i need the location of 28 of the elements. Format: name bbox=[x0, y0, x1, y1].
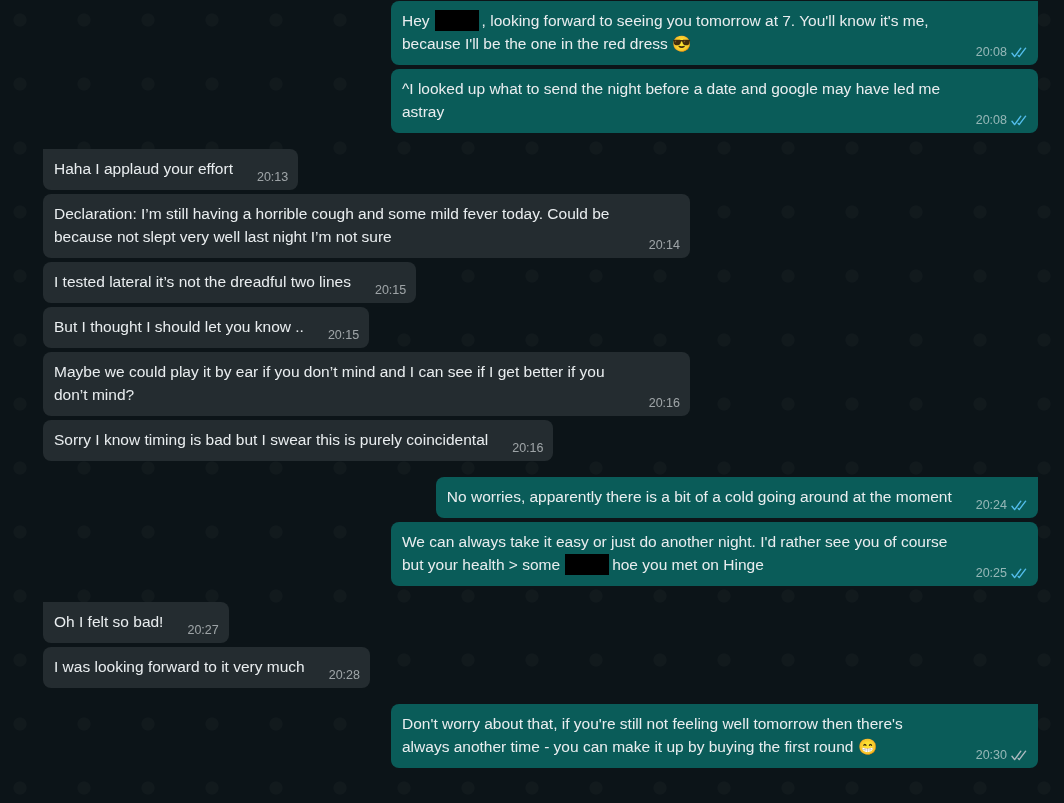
message-time: 20:08 bbox=[975, 44, 1007, 60]
message-time: 20:27 bbox=[187, 622, 219, 638]
message-text: ^I looked up what to send the night before a date and google may have led me astray bbox=[402, 79, 942, 122]
message-text: Declaration: I’m still having a horrible cough and some mild fever today. Could be because not slept very well last night I’m not sure bbox=[54, 204, 611, 247]
message-text: Hey , looking forward to seeing you tomorrow at 7. You'll know it's me, because I'll be the one in the red dress 😎 bbox=[402, 9, 930, 54]
message-time: 20:16 bbox=[648, 395, 680, 411]
message-text: Haha I applaud your effort bbox=[54, 159, 233, 179]
message-time: 20:30 bbox=[975, 747, 1007, 763]
message-text: Sorry I know timing is bad but I swear this is purely coincidental bbox=[54, 430, 489, 450]
redaction-bar bbox=[434, 10, 479, 31]
message-text: Maybe we could play it by ear if you don’t mind and I can see if I get better if you don’t mind? bbox=[54, 362, 606, 405]
message-time: 20:15 bbox=[327, 327, 360, 343]
message-time: 20:24 bbox=[975, 497, 1007, 513]
redaction-bar bbox=[565, 554, 610, 575]
message-text: I tested lateral it’s not the dreadful two lines bbox=[54, 272, 351, 292]
message-text: No worries, apparently there is a bit of a cold going around at the moment bbox=[446, 487, 952, 507]
message-time: 20:13 bbox=[256, 169, 289, 185]
message-text: Don't worry about that, if you're still not feeling well tomorrow then there's always another time - you can make it up by buying the first round 😁 bbox=[402, 714, 904, 757]
message-time: 20:25 bbox=[975, 565, 1007, 581]
message-time: 20:16 bbox=[512, 440, 544, 456]
message-time: 20:08 bbox=[975, 112, 1007, 128]
message-text: Oh I felt so bad! bbox=[54, 612, 164, 632]
message-time: 20:15 bbox=[374, 282, 407, 298]
message-time: 20:14 bbox=[648, 237, 680, 253]
message-text: We can always take it easy or just do another night. I'd rather see you of course but your health > some hoe you met on Hinge bbox=[402, 532, 949, 576]
message-text: But I thought I should let you know .. bbox=[54, 317, 304, 337]
message-text: I was looking forward to it very much bbox=[54, 657, 305, 677]
message-time: 20:28 bbox=[328, 667, 360, 683]
